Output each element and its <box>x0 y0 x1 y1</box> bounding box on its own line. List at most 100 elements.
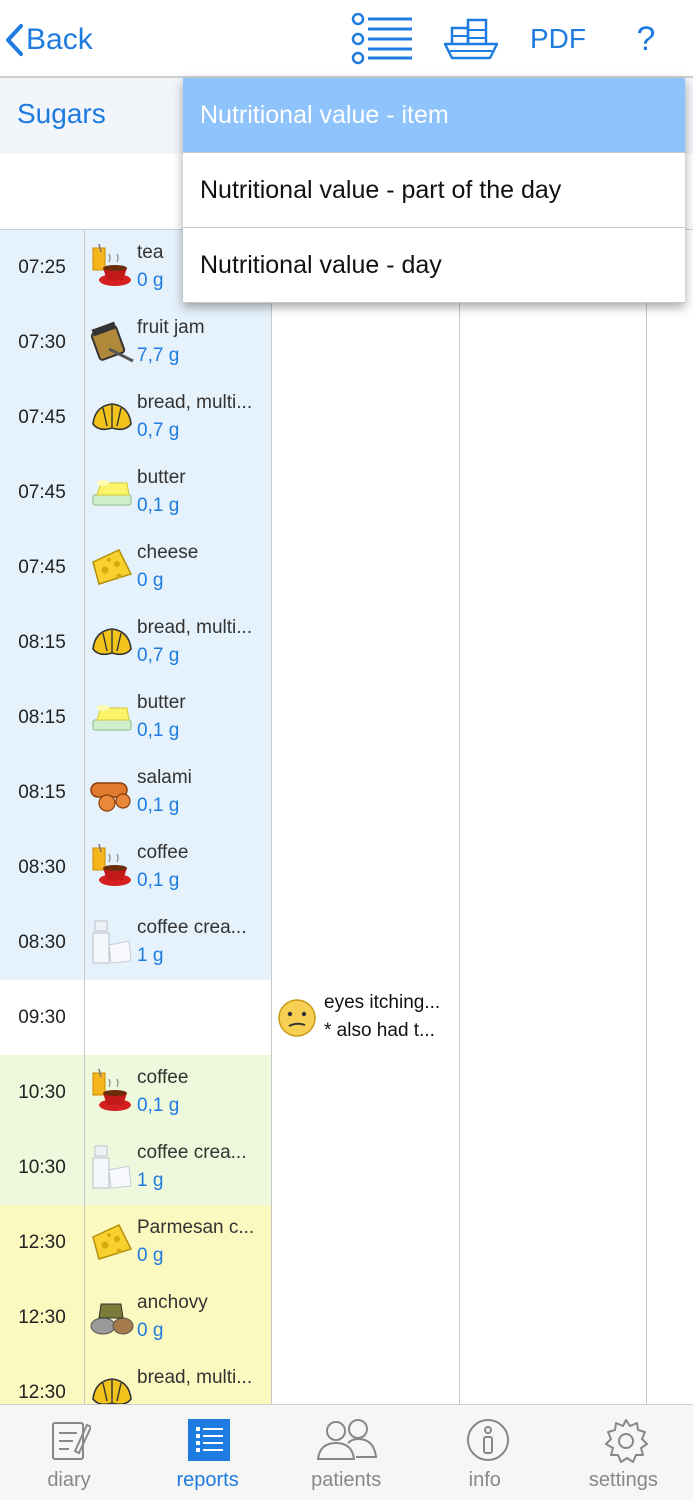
row-time: 07:45 <box>0 380 85 455</box>
tab-label: info <box>468 1469 501 1491</box>
row-time: 08:15 <box>0 755 85 830</box>
table-row[interactable]: 09:30 eyes itching... * also had t... <box>0 980 693 1055</box>
row-time: 07:30 <box>0 305 85 380</box>
table-row[interactable]: 10:30 coffee crea... 1 g <box>0 1130 693 1205</box>
empty-cell <box>460 1205 647 1280</box>
tab-label: settings <box>588 1469 658 1491</box>
confused-face-icon <box>277 998 317 1038</box>
empty-cell <box>460 980 647 1055</box>
food-cell[interactable]: Parmesan c... 0 g <box>85 1205 272 1280</box>
food-cell[interactable]: bread, multi... 0,7 g <box>85 380 272 455</box>
tab-label: patients <box>311 1469 382 1491</box>
table-row[interactable]: 10:30 coffee 0,1 g <box>0 1055 693 1130</box>
empty-cell <box>460 605 647 680</box>
notes-cell <box>272 605 460 680</box>
patients-icon <box>312 1417 380 1463</box>
table-row[interactable]: 12:30 Parmesan c... 0 g <box>0 1205 693 1280</box>
table-row[interactable]: 12:30 anchovy 0 g <box>0 1280 693 1355</box>
notes-cell <box>272 1055 460 1130</box>
row-time: 12:30 <box>0 1205 85 1280</box>
food-cell[interactable]: coffee 0,1 g <box>85 1055 272 1130</box>
table-row[interactable]: 07:45 cheese 0 g <box>0 530 693 605</box>
tab-reports[interactable]: reports <box>139 1405 277 1500</box>
empty-cell <box>460 1130 647 1205</box>
food-cell[interactable]: fruit jam 7,7 g <box>85 305 272 380</box>
info-icon <box>465 1417 509 1463</box>
notes-cell <box>272 830 460 905</box>
food-cell[interactable]: salami 0,1 g <box>85 755 272 830</box>
sugar-value: 0 g <box>137 570 164 591</box>
back-button[interactable]: Back <box>4 18 93 62</box>
table-row[interactable]: 08:15 butter 0,1 g <box>0 680 693 755</box>
column-title[interactable]: Sugars <box>17 98 106 130</box>
dropdown-item-1[interactable]: Nutritional value - item <box>183 78 685 153</box>
butter-icon <box>89 469 135 515</box>
nutrition-dropdown-menu: Nutritional value - item Nutritional valu… <box>183 78 685 303</box>
help-button[interactable]: ? <box>626 12 666 66</box>
notes-cell <box>272 1205 460 1280</box>
ship-button[interactable] <box>440 12 502 66</box>
dropdown-item-2[interactable]: Nutritional value - part of the day <box>183 153 685 228</box>
tab-label: diary <box>47 1469 91 1491</box>
empty-cell <box>460 905 647 980</box>
table-row[interactable]: 08:30 coffee 0,1 g <box>0 830 693 905</box>
notes-cell[interactable]: eyes itching... * also had t... <box>272 980 460 1055</box>
pdf-button[interactable]: PDF <box>526 12 590 66</box>
row-time: 09:30 <box>0 980 85 1055</box>
table-row[interactable]: 07:45 butter 0,1 g <box>0 455 693 530</box>
empty-cell <box>647 1280 693 1355</box>
dropdown-item-3[interactable]: Nutritional value - day <box>183 228 685 303</box>
sugar-value: 0,1 g <box>137 870 180 891</box>
sugar-value: 0,7 g <box>137 420 180 441</box>
table-row[interactable]: 08:15 bread, multi... 0,7 g <box>0 605 693 680</box>
tab-diary[interactable]: diary <box>0 1405 138 1500</box>
food-cell[interactable]: butter 0,1 g <box>85 680 272 755</box>
ship-icon <box>443 18 499 60</box>
tab-settings[interactable]: settings <box>554 1405 692 1500</box>
tab-patients[interactable]: patients <box>277 1405 415 1500</box>
empty-cell <box>647 680 693 755</box>
food-name: bread, multi... <box>137 1367 253 1388</box>
notes-cell <box>272 530 460 605</box>
empty-cell <box>647 1130 693 1205</box>
food-name: Parmesan c... <box>137 1217 255 1238</box>
tab-label: reports <box>176 1469 239 1491</box>
bread-icon <box>89 394 135 440</box>
notes-cell <box>272 1130 460 1205</box>
food-cell[interactable]: coffee crea... 1 g <box>85 1130 272 1205</box>
food-cell[interactable]: cheese 0 g <box>85 530 272 605</box>
row-time: 10:30 <box>0 1130 85 1205</box>
table-row[interactable]: 07:30 fruit jam 7,7 g <box>0 305 693 380</box>
row-time: 08:15 <box>0 680 85 755</box>
table-row[interactable]: 08:15 salami 0,1 g <box>0 755 693 830</box>
list-icon <box>351 13 412 65</box>
notes-cell <box>272 755 460 830</box>
food-cell[interactable]: butter 0,1 g <box>85 455 272 530</box>
empty-cell <box>460 830 647 905</box>
table-row[interactable]: 08:30 coffee crea... 1 g <box>0 905 693 980</box>
sugar-value: 0 g <box>137 270 164 291</box>
empty-cell <box>647 605 693 680</box>
empty-cell <box>460 305 647 380</box>
list-button[interactable] <box>348 12 414 66</box>
sugar-value: 0 g <box>137 1320 164 1341</box>
fish-icon <box>89 1294 135 1340</box>
empty-cell <box>460 530 647 605</box>
food-cell[interactable]: coffee 0,1 g <box>85 830 272 905</box>
food-name: coffee crea... <box>137 1142 247 1163</box>
food-cell[interactable]: bread, multi... 0,7 g <box>85 605 272 680</box>
food-cell[interactable]: anchovy 0 g <box>85 1280 272 1355</box>
food-name: cheese <box>137 542 199 563</box>
empty-cell <box>647 755 693 830</box>
note-text: * also had t... <box>324 1020 435 1041</box>
notes-cell <box>272 455 460 530</box>
food-cell[interactable]: coffee crea... 1 g <box>85 905 272 980</box>
gear-icon <box>603 1417 649 1463</box>
food-name: coffee <box>137 1067 189 1088</box>
diary-icon <box>49 1417 93 1463</box>
empty-cell <box>647 980 693 1055</box>
bottom-tab-bar: diary reports patients info settings <box>0 1404 693 1500</box>
food-cell <box>85 980 272 1055</box>
tab-info[interactable]: info <box>416 1405 554 1500</box>
table-row[interactable]: 07:45 bread, multi... 0,7 g <box>0 380 693 455</box>
